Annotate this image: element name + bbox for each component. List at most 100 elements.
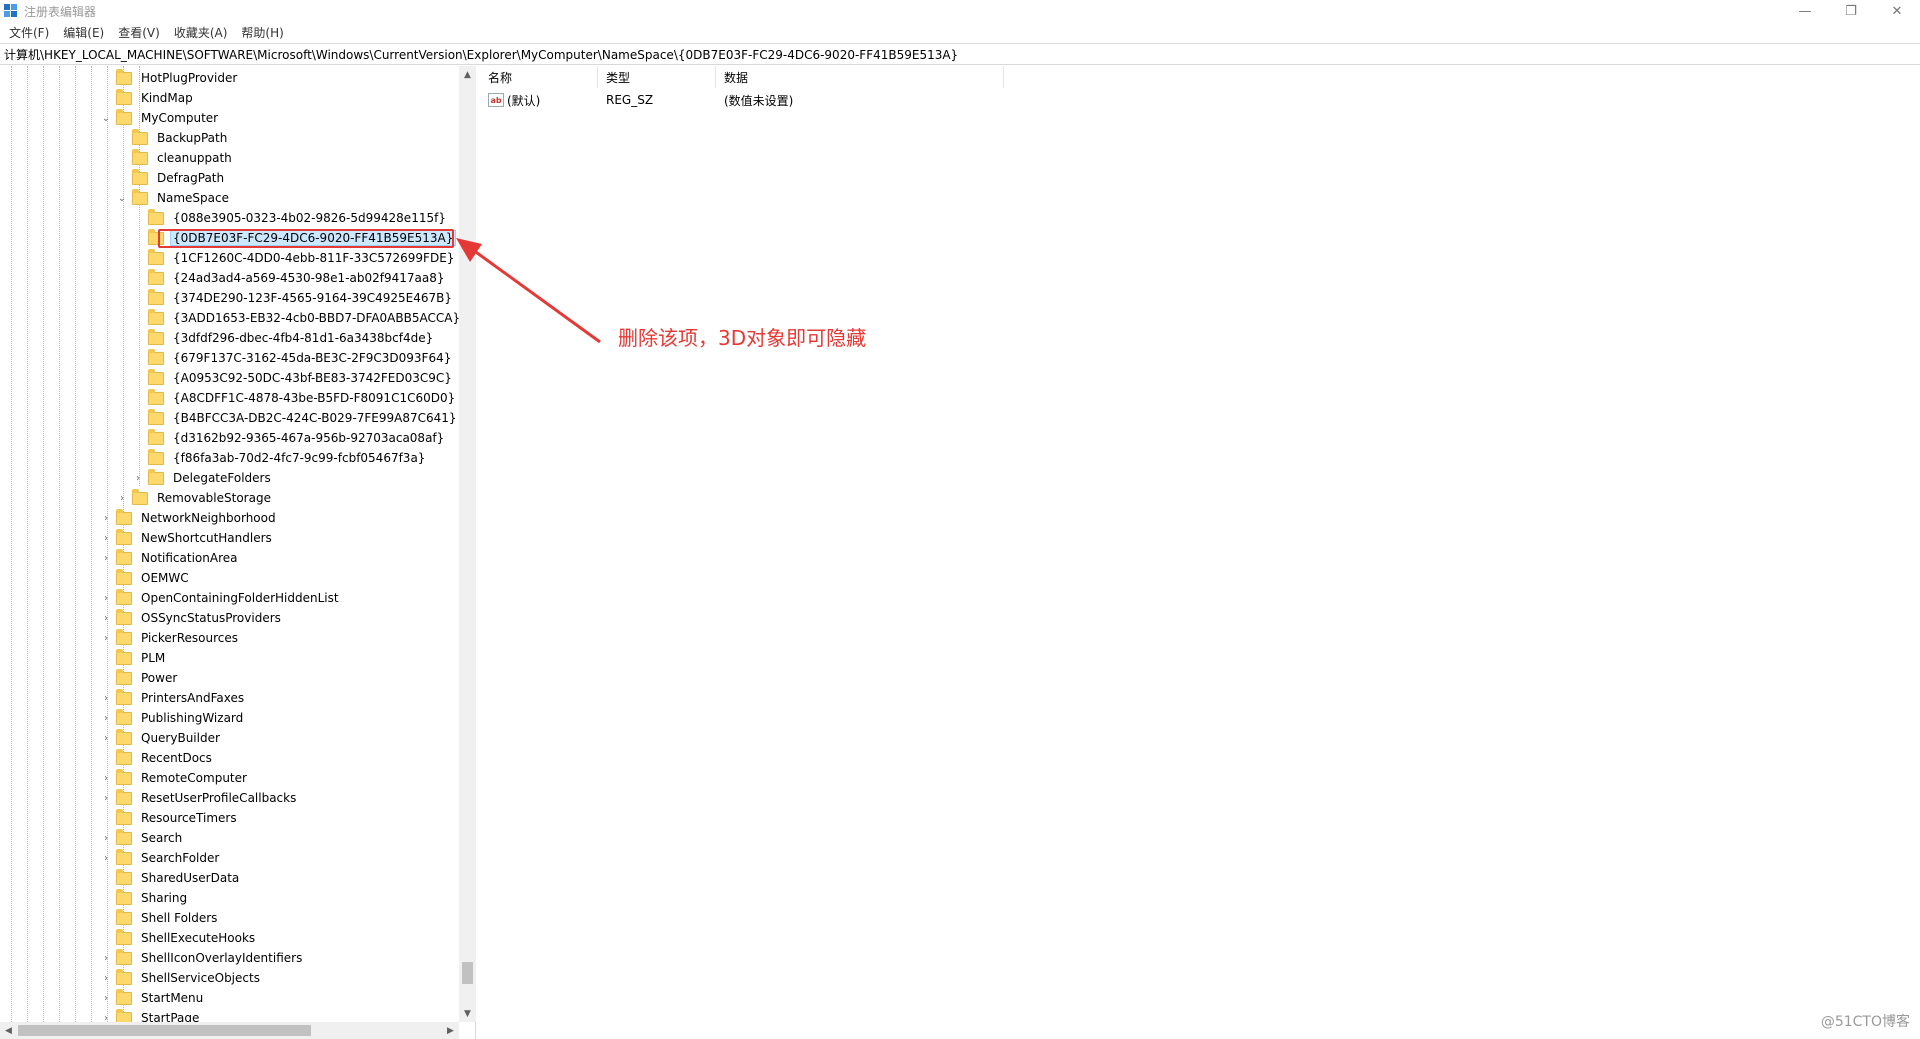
chevron-right-icon[interactable]: › — [100, 512, 112, 524]
chevron-right-icon[interactable]: › — [100, 712, 112, 724]
tree-item[interactable]: › OpenContainingFolderHiddenList — [100, 588, 342, 608]
tree-item[interactable]: ResourceTimers — [100, 808, 240, 828]
tree-item[interactable]: Shell Folders — [100, 908, 220, 928]
tree-item[interactable]: › SearchFolder — [100, 848, 222, 868]
chevron-right-icon[interactable]: › — [100, 532, 112, 544]
chevron-right-icon[interactable]: › — [100, 692, 112, 704]
tree-item[interactable]: ⌄ NameSpace — [116, 188, 232, 208]
tree-horizontal-scrollbar[interactable]: ◀ ▶ — [0, 1022, 459, 1039]
tree-item[interactable]: › RemovableStorage — [116, 488, 274, 508]
tree-item[interactable]: OEMWC — [100, 568, 192, 588]
chevron-down-icon[interactable]: ⌄ — [116, 192, 128, 204]
column-data-header[interactable]: 数据 — [716, 66, 1004, 88]
tree-item[interactable]: SharedUserData — [100, 868, 242, 888]
tree-item[interactable]: RecentDocs — [100, 748, 215, 768]
list-header: 名称 类型 数据 — [480, 66, 1004, 88]
chevron-down-icon[interactable]: ⌄ — [100, 112, 112, 124]
tree-item-label: ShellServiceObjects — [141, 971, 260, 985]
tree-item[interactable]: › ShellIconOverlayIdentifiers — [100, 948, 305, 968]
tree-item-label: NameSpace — [157, 191, 229, 205]
tree-item[interactable]: › Search — [100, 828, 185, 848]
tree-item[interactable]: › RemoteComputer — [100, 768, 250, 788]
tree-item[interactable]: › PrintersAndFaxes — [100, 688, 247, 708]
chevron-right-icon[interactable]: › — [100, 992, 112, 1004]
tree-item[interactable]: {24ad3ad4-a569-4530-98e1-ab02f9417aa8} — [132, 268, 448, 288]
menu-file[interactable]: 文件(F) — [2, 24, 56, 41]
tree-item-label: {1CF1260C-4DD0-4ebb-811F-33C572699FDE} — [173, 251, 455, 265]
tree-item[interactable]: {1CF1260C-4DD0-4ebb-811F-33C572699FDE} — [132, 248, 457, 268]
column-type-header[interactable]: 类型 — [598, 66, 716, 88]
tree-vertical-scrollbar[interactable]: ▲ ▼ — [459, 66, 476, 1022]
folder-icon — [116, 548, 132, 565]
tree-item[interactable]: PLM — [100, 648, 168, 668]
tree-item[interactable]: {679F137C-3162-45da-BE3C-2F9C3D093F64} — [132, 348, 454, 368]
tree-item[interactable]: {374DE290-123F-4565-9164-39C4925E467B} — [132, 288, 455, 308]
tree-item[interactable]: › QueryBuilder — [100, 728, 223, 748]
tree-item[interactable]: {A8CDFF1C-4878-43be-B5FD-F8091C1C60D0} — [132, 388, 458, 408]
scroll-thumb[interactable] — [462, 962, 473, 984]
chevron-right-icon[interactable]: › — [100, 792, 112, 804]
chevron-right-icon[interactable]: › — [100, 972, 112, 984]
tree-item[interactable]: Power — [100, 668, 180, 688]
chevron-right-icon[interactable]: › — [100, 552, 112, 564]
chevron-right-icon[interactable]: › — [116, 492, 128, 504]
tree-item[interactable]: › DelegateFolders — [132, 468, 274, 488]
scroll-up-icon[interactable]: ▲ — [459, 66, 476, 83]
tree-item[interactable]: KindMap — [100, 88, 196, 108]
scroll-left-icon[interactable]: ◀ — [0, 1022, 17, 1039]
folder-icon — [116, 628, 132, 645]
chevron-right-icon[interactable]: › — [100, 832, 112, 844]
chevron-right-icon[interactable]: › — [100, 732, 112, 744]
expander-placeholder — [100, 812, 112, 824]
tree-item-label: {f86fa3ab-70d2-4fc7-9c99-fcbf05467f3a} — [173, 451, 426, 465]
tree-item[interactable]: DefragPath — [116, 168, 227, 188]
tree-item[interactable]: {A0953C92-50DC-43bf-BE83-3742FED03C9C} — [132, 368, 455, 388]
tree-item[interactable]: {f86fa3ab-70d2-4fc7-9c99-fcbf05467f3a} — [132, 448, 428, 468]
tree-item[interactable]: › PublishingWizard — [100, 708, 246, 728]
tree-item[interactable]: › PickerResources — [100, 628, 241, 648]
restore-button[interactable]: ❐ — [1828, 0, 1874, 22]
close-button[interactable]: ✕ — [1874, 0, 1920, 22]
tree-item[interactable]: › NewShortcutHandlers — [100, 528, 275, 548]
tree-item[interactable]: › NetworkNeighborhood — [100, 508, 279, 528]
expander-placeholder — [116, 172, 128, 184]
expander-placeholder — [132, 412, 144, 424]
chevron-right-icon[interactable]: › — [100, 772, 112, 784]
tree-item-label: PickerResources — [141, 631, 239, 645]
tree-item[interactable]: Sharing — [100, 888, 190, 908]
tree-item[interactable]: ShellExecuteHooks — [100, 928, 258, 948]
tree-item[interactable]: › ResetUserProfileCallbacks — [100, 788, 299, 808]
menu-help[interactable]: 帮助(H) — [234, 24, 290, 41]
tree-item[interactable]: {d3162b92-9365-467a-956b-92703aca08af} — [132, 428, 447, 448]
tree-item[interactable]: › OSSyncStatusProviders — [100, 608, 284, 628]
scroll-down-icon[interactable]: ▼ — [459, 1005, 476, 1022]
chevron-right-icon[interactable]: › — [100, 852, 112, 864]
tree-item[interactable]: › StartMenu — [100, 988, 206, 1008]
tree-item[interactable]: › NotificationArea — [100, 548, 240, 568]
address-bar[interactable]: 计算机\HKEY_LOCAL_MACHINE\SOFTWARE\Microsof… — [0, 43, 1920, 65]
tree-item[interactable]: {3dfdf296-dbec-4fb4-81d1-6a3438bcf4de} — [132, 328, 436, 348]
chevron-right-icon[interactable]: › — [132, 472, 144, 484]
tree-item[interactable]: {3ADD1653-EB32-4cb0-BBD7-DFA0ABB5ACCA} — [132, 308, 463, 328]
menu-edit[interactable]: 编辑(E) — [56, 24, 111, 41]
list-item[interactable]: ab (默认) REG_SZ (数值未设置) — [480, 90, 1004, 110]
chevron-right-icon[interactable]: › — [100, 592, 112, 604]
tree-item[interactable]: HotPlugProvider — [100, 68, 240, 88]
folder-icon — [148, 308, 164, 325]
column-name-header[interactable]: 名称 — [480, 66, 598, 88]
tree-item[interactable]: › ShellServiceObjects — [100, 968, 263, 988]
tree-item[interactable]: {088e3905-0323-4b02-9826-5d99428e115f} — [132, 208, 449, 228]
scroll-thumb-horizontal[interactable] — [18, 1025, 311, 1036]
chevron-right-icon[interactable]: › — [100, 632, 112, 644]
expander-placeholder — [100, 932, 112, 944]
tree-item[interactable]: ⌄ MyComputer — [100, 108, 221, 128]
tree-item[interactable]: {B4BFCC3A-DB2C-424C-B029-7FE99A87C641} — [132, 408, 460, 428]
menu-favorites[interactable]: 收藏夹(A) — [167, 24, 235, 41]
chevron-right-icon[interactable]: › — [100, 952, 112, 964]
menu-view[interactable]: 查看(V) — [111, 24, 167, 41]
scroll-right-icon[interactable]: ▶ — [442, 1022, 459, 1039]
minimize-button[interactable]: — — [1782, 0, 1828, 22]
chevron-right-icon[interactable]: › — [100, 612, 112, 624]
tree-item[interactable]: BackupPath — [116, 128, 230, 148]
tree-item[interactable]: cleanuppath — [116, 148, 235, 168]
